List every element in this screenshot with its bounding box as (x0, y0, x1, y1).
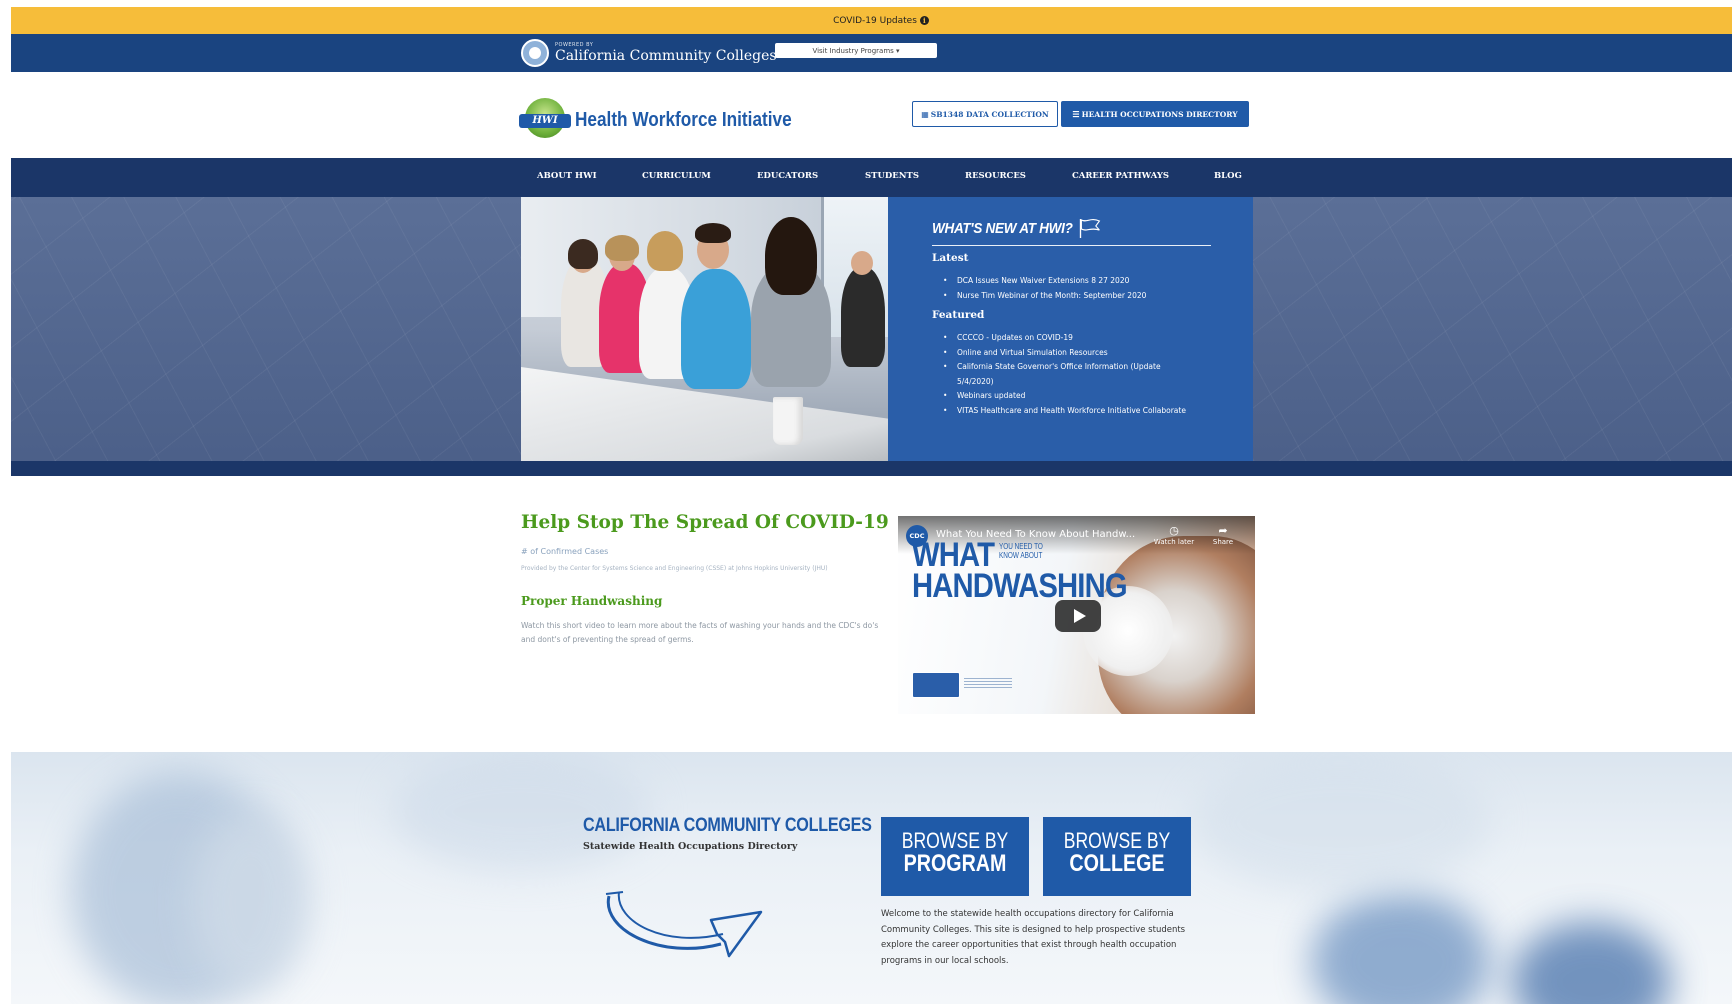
hero-bottom-band (11, 461, 1732, 476)
site-header: HWI Health Workforce Initiative ▦ SB1348… (11, 72, 1732, 158)
covid-updates-bar[interactable]: COVID-19 Updates i (11, 7, 1732, 34)
handwashing-heading: Proper Handwashing (521, 594, 663, 608)
featured-list: CCCCO - Updates on COVID-19 Online and V… (943, 331, 1193, 418)
sb1348-label: SB1348 DATA COLLECTION (930, 109, 1049, 119)
directory-welcome-text: Welcome to the statewide health occupati… (881, 909, 1186, 966)
whats-new-title-text: WHAT'S NEW AT HWI? (932, 219, 1073, 237)
list-icon: ☰ (1072, 109, 1080, 119)
nav-about-hwi[interactable]: ABOUT HWI (537, 171, 597, 181)
curved-arrow-icon (605, 891, 763, 958)
directory-heading: CALIFORNIA COMMUNITY COLLEGES (583, 815, 872, 836)
visit-industry-programs-select[interactable]: Visit Industry Programs ▾ (775, 43, 937, 58)
site-title: Health Workforce Initiative (575, 108, 792, 131)
nav-blog[interactable]: BLOG (1214, 171, 1242, 181)
directory-subheading: Statewide Health Occupations Directory (583, 841, 798, 852)
ccc-seal-icon (521, 39, 549, 67)
featured-item[interactable]: VITAS Healthcare and Health Workforce In… (943, 404, 1193, 419)
browse-college-line1: BROWSE BY (1063, 828, 1171, 853)
watch-later-label: Watch later (1153, 538, 1195, 546)
share-label: Share (1212, 538, 1234, 546)
play-button-icon[interactable] (1055, 600, 1101, 632)
handwashing-description: Watch this short video to learn more abo… (521, 621, 879, 644)
hero-section: WHAT'S NEW AT HWI? Latest DCA Issues New… (11, 197, 1732, 476)
thumb-handwashing: HANDWASHING (912, 567, 1128, 605)
latest-item[interactable]: Nurse Tim Webinar of the Month: Septembe… (943, 289, 1193, 304)
info-icon: i (919, 16, 929, 25)
confirmed-cases-label: # of Confirmed Cases (521, 547, 609, 556)
featured-item[interactable]: California State Governor's Office Infor… (943, 360, 1193, 389)
sb1348-data-collection-button[interactable]: ▦ SB1348 DATA COLLECTION (912, 101, 1058, 127)
page: COVID-19 Updates i POWERED BY California… (11, 0, 1732, 1004)
latest-heading: Latest (932, 252, 969, 264)
browse-by-program-button[interactable]: BROWSE BY PROGRAM (881, 817, 1029, 896)
covid-updates-link[interactable]: COVID-19 Updates (833, 16, 917, 26)
handwashing-video-player[interactable]: CDC What You Need To Know About Handw...… (898, 516, 1255, 714)
hwi-badge-text: HWI (519, 114, 571, 128)
browse-college-line2: COLLEGE (1069, 850, 1165, 877)
directory-section: CALIFORNIA COMMUNITY COLLEGES Statewide … (11, 752, 1732, 1004)
browse-by-college-button[interactable]: BROWSE BY COLLEGE (1043, 817, 1191, 896)
building-icon: ▦ (921, 109, 929, 119)
thumb-you-need-to-know: YOU NEED TO KNOW ABOUT (999, 542, 1043, 560)
ccc-top-bar: POWERED BY California Community Colleges… (11, 34, 1732, 72)
latest-list: DCA Issues New Waiver Extensions 8 27 20… (943, 274, 1193, 303)
data-provider-text: Provided by the Center for Systems Scien… (521, 565, 828, 572)
cdc-logo-text-lines (964, 678, 1012, 690)
main-nav: ABOUT HWI CURRICULUM EDUCATORS STUDENTS … (11, 158, 1732, 197)
whats-new-title: WHAT'S NEW AT HWI? (932, 217, 1221, 239)
hhs-logo (912, 672, 960, 698)
featured-item[interactable]: Online and Virtual Simulation Resources (943, 346, 1193, 361)
directory-label: HEALTH OCCUPATIONS DIRECTORY (1081, 109, 1238, 119)
divider (932, 245, 1211, 246)
share-icon: ➦ (1218, 524, 1228, 537)
thumb-ynk-line1: YOU NEED TO (999, 542, 1043, 551)
nav-resources[interactable]: RESOURCES (965, 171, 1026, 181)
hwi-logo[interactable]: HWI Health Workforce Initiative (519, 94, 827, 146)
latest-item[interactable]: DCA Issues New Waiver Extensions 8 27 20… (943, 274, 1193, 289)
hwi-emblem-icon: HWI (519, 94, 571, 146)
nav-curriculum[interactable]: CURRICULUM (642, 171, 711, 181)
nav-career-pathways[interactable]: CAREER PATHWAYS (1072, 171, 1169, 181)
covid-heading: Help Stop The Spread Of COVID-19 (521, 512, 889, 533)
cup (773, 397, 803, 445)
browse-program-line1: BROWSE BY (901, 828, 1009, 853)
watch-later-button[interactable]: ◷ Watch later (1151, 524, 1197, 546)
featured-item[interactable]: Webinars updated (943, 389, 1193, 404)
ccc-name: California Community Colleges (555, 48, 777, 64)
featured-item[interactable]: CCCCO - Updates on COVID-19 (943, 331, 1193, 346)
nav-students[interactable]: STUDENTS (865, 171, 919, 181)
classroom-students-image (521, 197, 888, 461)
health-occupations-directory-button[interactable]: ☰ HEALTH OCCUPATIONS DIRECTORY (1061, 101, 1249, 127)
whats-new-panel: WHAT'S NEW AT HWI? Latest DCA Issues New… (888, 197, 1253, 461)
powered-by-label: POWERED BY (555, 42, 594, 48)
ccc-logo[interactable]: POWERED BY California Community Colleges (521, 39, 777, 67)
browse-program-line2: PROGRAM (903, 850, 1007, 877)
featured-heading: Featured (932, 309, 985, 321)
clock-icon: ◷ (1169, 524, 1179, 537)
nav-educators[interactable]: EDUCATORS (757, 171, 818, 181)
share-button[interactable]: ➦ Share (1208, 524, 1238, 546)
flag-icon (1078, 217, 1101, 239)
thumb-ynk-line2: KNOW ABOUT (999, 551, 1043, 560)
